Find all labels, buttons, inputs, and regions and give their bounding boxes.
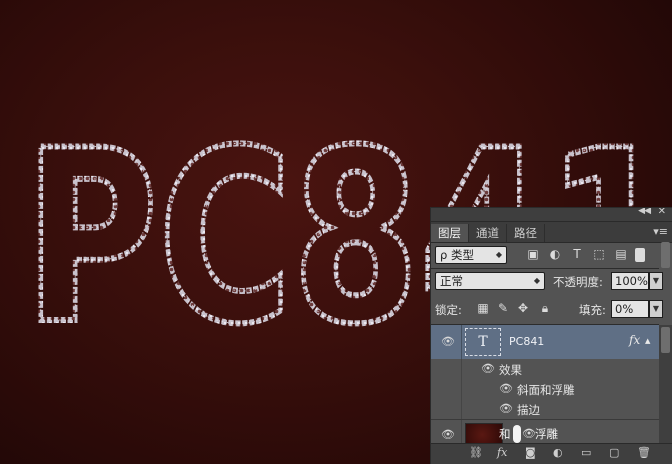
blend-mode-label: 正常 (440, 274, 463, 288)
filter-toggle[interactable] (635, 248, 645, 262)
layers-list: 👁︎ T PC841 fx ▲ 👁︎ 效果 👁︎ 斜面和浮雕 👁︎ 描边 👁︎ … (431, 325, 659, 450)
adjustment-layer-icon[interactable]: ◐ (553, 446, 563, 459)
cursor-caret (513, 425, 521, 443)
delete-layer-icon[interactable]: 🗑︎ (637, 446, 651, 459)
blend-mode-select[interactable]: 正常 ◆ (435, 272, 545, 290)
smart-object-filter-icon[interactable]: ▤ (613, 246, 629, 262)
tab-paths[interactable]: 路径 (507, 224, 545, 242)
collapse-icon[interactable]: ◀◀ (638, 208, 651, 216)
layer-row-text[interactable]: 👁︎ T PC841 fx ▲ (431, 325, 659, 359)
link-layers-icon[interactable]: ⛓︎ (469, 446, 483, 459)
overlap-text-left: 和 (499, 427, 511, 441)
add-mask-icon[interactable]: ◙ (525, 446, 536, 459)
fill-label: 填充: (579, 303, 606, 317)
effect-row-stroke[interactable]: 👁︎ 描边 (431, 399, 659, 419)
type-filter-icon[interactable]: T (569, 246, 585, 262)
fx-icon[interactable]: fx (629, 333, 640, 347)
lock-position-icon[interactable]: ✥ (515, 300, 531, 316)
lock-label: 锁定: (435, 303, 462, 317)
layer-name[interactable]: PC841 (509, 335, 544, 348)
divider (461, 325, 462, 359)
opacity-label: 不透明度: (553, 275, 603, 289)
shape-filter-icon[interactable]: ⬚ (591, 246, 607, 262)
chevron-updown-icon: ◆ (495, 250, 502, 259)
opacity-dropdown[interactable]: ▼ (649, 272, 663, 290)
stroke-visibility-eye-icon[interactable]: 👁︎ (499, 402, 513, 415)
panel-menu-icon[interactable]: ▾≡ (653, 225, 668, 238)
chevron-up-icon[interactable]: ▲ (645, 337, 650, 345)
tab-layers[interactable]: 图层 (431, 224, 469, 242)
chevron-updown-icon: ◆ (533, 276, 540, 285)
opacity-input[interactable]: 100% (611, 272, 649, 290)
scrollbar-thumb[interactable] (661, 327, 670, 353)
panel-top-bar: ◀◀ ✕ (431, 208, 672, 222)
effects-label: 效果 (499, 363, 522, 377)
filter-row: ρ 类型 ◆ ▣ ◐ T ⬚ ▤ (431, 246, 659, 266)
new-group-icon[interactable]: ▭ (581, 446, 591, 459)
overlap-text-right: 浮雕 (535, 427, 558, 441)
effects-visibility-eye-icon[interactable]: 👁︎ (481, 362, 495, 375)
filter-scroll-thumb[interactable] (661, 242, 670, 268)
bevel-visibility-eye-icon[interactable]: 👁︎ (499, 382, 513, 395)
panel-bottom-bar: ⛓︎ fx ◙ ◐ ▭ ▢ 🗑︎ (431, 443, 672, 464)
tab-channels[interactable]: 通道 (469, 224, 507, 242)
effect-name: 斜面和浮雕 (517, 383, 575, 397)
lock-transparent-icon[interactable]: ▦ (475, 300, 491, 316)
close-icon[interactable]: ✕ (658, 208, 666, 217)
new-layer-icon[interactable]: ▢ (609, 446, 619, 459)
image-filter-icon[interactable]: ▣ (525, 246, 541, 262)
divider (431, 268, 659, 269)
blend-row: 正常 ◆ 不透明度: 100% ▼ (431, 272, 663, 292)
fill-input[interactable]: 0% (611, 300, 649, 318)
adjustment-filter-icon[interactable]: ◐ (547, 246, 563, 262)
effect-name: 描边 (517, 403, 540, 417)
effects-header-row[interactable]: 👁︎ 效果 (431, 359, 659, 423)
overlap-eye-icon: 👁︎ (522, 427, 536, 440)
panel-tabs: 图层 通道 路径 ▾≡ (431, 222, 672, 243)
filter-kind-label: ρ 类型 (440, 248, 474, 262)
layers-scrollbar[interactable] (659, 325, 672, 445)
layers-panel: ◀◀ ✕ 图层 通道 路径 ▾≡ ρ 类型 ◆ ▣ ◐ T ⬚ ▤ 正常 ◆ 不… (430, 207, 672, 464)
effect-row-bevel[interactable]: 👁︎ 斜面和浮雕 (431, 379, 659, 399)
lock-row: 锁定: ▦ ✎ ✥ 🔒︎ 填充: 0% ▼ (431, 300, 663, 320)
filter-kind-select[interactable]: ρ 类型 ◆ (435, 246, 507, 264)
visibility-eye-icon[interactable]: 👁︎ (441, 428, 455, 441)
visibility-eye-icon[interactable]: 👁︎ (441, 335, 455, 348)
text-layer-thumbnail: T (465, 328, 501, 356)
lock-image-icon[interactable]: ✎ (495, 300, 511, 316)
add-style-icon[interactable]: fx (497, 446, 507, 459)
fill-dropdown[interactable]: ▼ (649, 300, 663, 318)
lock-all-icon[interactable]: 🔒︎ (537, 300, 553, 316)
